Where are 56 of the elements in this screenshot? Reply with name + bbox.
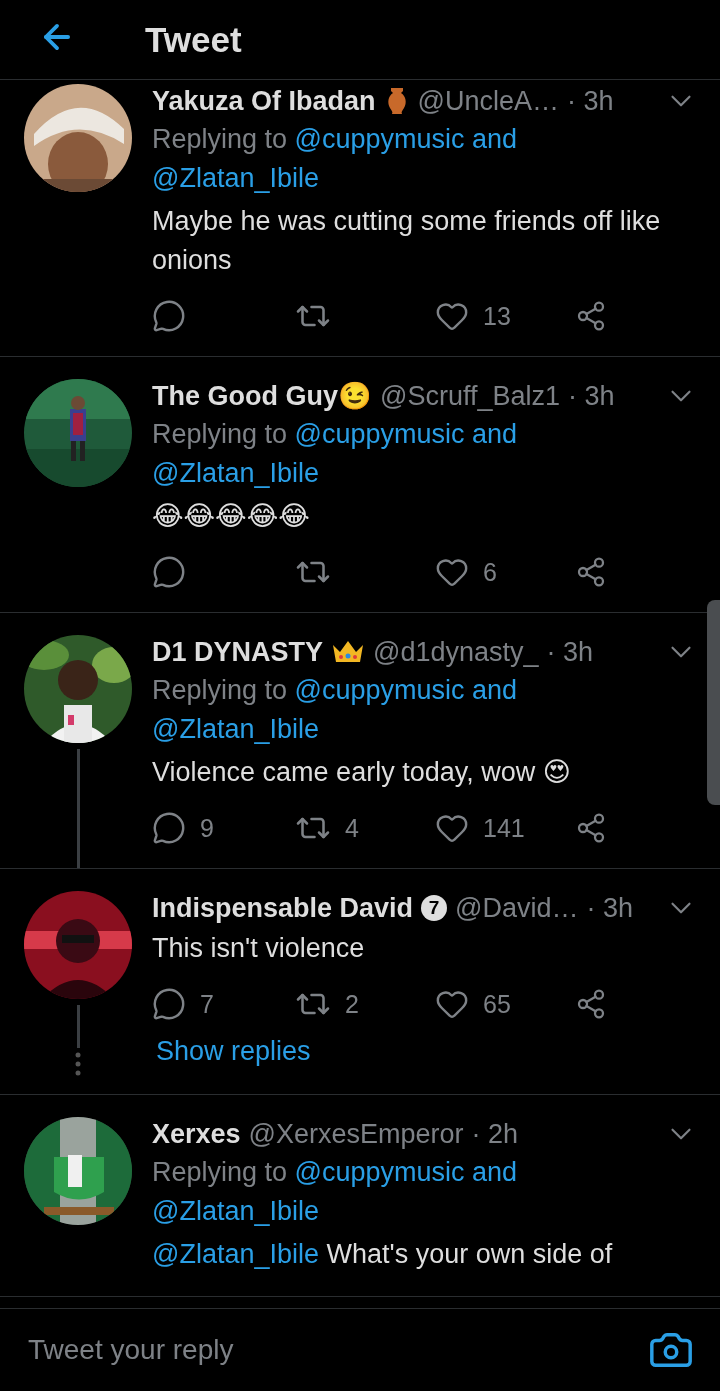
like-count: 13 xyxy=(483,301,511,331)
tweet-time: · 3h xyxy=(546,636,594,668)
mention-link[interactable]: @Zlatan_Ibile xyxy=(152,458,319,488)
reply-icon[interactable] xyxy=(152,299,186,333)
page-title: Tweet xyxy=(145,19,242,60)
mention-link[interactable]: @Zlatan_Ibile xyxy=(152,163,319,193)
tweet-text: @Zlatan_Ibile What's your own side of xyxy=(152,1238,614,1271)
mention-link[interactable]: @Zlatan_Ibile xyxy=(152,714,319,744)
replying-to-text: Replying to @cuppymusic and @Zlatan_Ibile xyxy=(152,418,519,490)
scrollbar[interactable] xyxy=(707,600,720,805)
tweet-text: Violence came early today, wow 😍 xyxy=(152,756,572,789)
user-handle: @UncleA… xyxy=(417,85,560,117)
reply-count: 7 xyxy=(200,989,214,1019)
tweet-text: 😂😂😂😂😂 xyxy=(152,500,311,533)
tweet-time: · 3h xyxy=(586,892,634,924)
share-icon[interactable] xyxy=(575,300,607,332)
reply-icon[interactable] xyxy=(152,987,186,1021)
user-handle: @David… xyxy=(455,892,579,924)
reply-icon[interactable] xyxy=(152,811,186,845)
replying-to-text: Replying to @cuppymusic and @Zlatan_Ibile xyxy=(152,674,519,746)
mention-link[interactable]: @cuppymusic and xyxy=(294,124,518,154)
user-handle: @Scruff_Balz1 xyxy=(380,380,560,412)
retweet-count: 2 xyxy=(345,989,359,1019)
replying-to-text: Replying to @cuppymusic and @Zlatan_Ibile xyxy=(152,123,519,195)
replying-to-text: Replying to @cuppymusic and @Zlatan_Ibile xyxy=(152,1156,519,1228)
user-handle: @d1dynasty_ xyxy=(373,636,539,668)
tweet-text: This isn't violence xyxy=(152,932,366,965)
crown-icon xyxy=(331,639,366,665)
mention-link[interactable]: @Zlatan_Ibile xyxy=(152,1196,319,1226)
number-badge: 7 xyxy=(421,895,448,921)
mention-link[interactable]: @cuppymusic and xyxy=(294,419,518,449)
user-name: D1 DYNASTY xyxy=(152,636,324,668)
user-name: Xerxes xyxy=(152,1118,241,1150)
retweet-count: 4 xyxy=(345,813,359,843)
tweet-text: Maybe he was cutting some friends off like onions xyxy=(152,205,662,277)
reply-input[interactable]: Tweet your reply xyxy=(26,1333,648,1367)
user-name: Yakuza Of Ibadan xyxy=(152,85,376,117)
like-count: 6 xyxy=(483,557,497,587)
tweet-time: · 3h xyxy=(567,85,614,117)
mention-link[interactable]: @Zlatan_Ibile xyxy=(152,1239,319,1269)
show-replies-link[interactable]: Show replies xyxy=(156,1036,311,1076)
share-icon[interactable] xyxy=(575,988,607,1020)
user-name: The Good Guy😉 xyxy=(152,380,372,412)
tweet-time: · 2h xyxy=(471,1118,519,1150)
user-name: Indispensable David xyxy=(152,892,414,924)
share-icon[interactable] xyxy=(575,812,607,844)
user-handle: @XerxesEmperor xyxy=(248,1118,464,1150)
like-count: 141 xyxy=(483,813,525,843)
more-dots-icon xyxy=(75,1052,81,1076)
tweet-time: · 3h xyxy=(568,380,615,412)
reply-count: 9 xyxy=(200,813,214,843)
mention-link[interactable]: @cuppymusic and xyxy=(294,675,518,705)
share-icon[interactable] xyxy=(575,556,607,588)
mention-link[interactable]: @cuppymusic and xyxy=(294,1157,518,1187)
like-count: 65 xyxy=(483,989,511,1019)
reply-icon[interactable] xyxy=(152,555,186,589)
